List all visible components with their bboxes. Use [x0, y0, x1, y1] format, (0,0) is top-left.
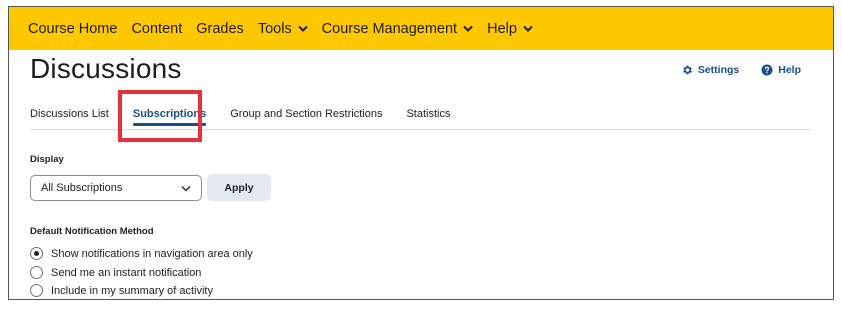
- radio-button[interactable]: [30, 247, 43, 260]
- gear-icon: [683, 65, 692, 75]
- page-title: Discussions: [30, 53, 182, 84]
- display-label: Display: [30, 154, 64, 165]
- radio-label: Show notifications in navigation area on…: [51, 247, 253, 260]
- settings-label: Settings: [697, 64, 740, 76]
- nav-tools[interactable]: Tools: [258, 21, 308, 37]
- help-circle-icon: [761, 64, 773, 76]
- display-select-value: All Subscriptions: [41, 182, 123, 194]
- page-actions: Settings Help: [659, 64, 801, 76]
- annotation-highlight-box: [118, 90, 202, 142]
- radio-button[interactable]: [30, 284, 43, 297]
- nav-course-management[interactable]: Course Management: [322, 21, 473, 37]
- display-select[interactable]: All Subscriptions: [30, 175, 202, 201]
- chevron-down-icon: [463, 25, 473, 32]
- top-navbar: Course Home Content Grades Tools Course …: [9, 7, 833, 50]
- screenshot-frame: Course Home Content Grades Tools Course …: [8, 6, 834, 300]
- nav-label: Tools: [257, 20, 292, 37]
- radio-label: Include in my summary of activity: [51, 284, 213, 297]
- apply-button[interactable]: Apply: [207, 174, 271, 201]
- radio-option-instant[interactable]: Send me an instant notification: [30, 266, 201, 279]
- tab-group-section-restrictions[interactable]: Group and Section Restrictions: [230, 108, 382, 120]
- chevron-down-icon: [297, 25, 308, 32]
- nav-course-home[interactable]: Course Home: [28, 21, 117, 37]
- notification-method-label: Default Notification Method: [30, 226, 154, 237]
- radio-option-navigation-area[interactable]: Show notifications in navigation area on…: [30, 247, 253, 260]
- tab-bar: Discussions List Subscriptions Group and…: [30, 108, 474, 126]
- chevron-down-icon: [523, 25, 533, 32]
- nav-label: Grades: [196, 20, 244, 37]
- radio-button[interactable]: [30, 266, 43, 279]
- tab-discussions-list[interactable]: Discussions List: [30, 108, 109, 120]
- settings-button[interactable]: Settings: [681, 64, 739, 76]
- nav-label: Course Management: [321, 20, 458, 37]
- chevron-down-icon: [181, 185, 191, 192]
- nav-label: Help: [487, 20, 517, 37]
- nav-label: Course Home: [28, 20, 118, 37]
- nav-label: Content: [131, 20, 183, 37]
- nav-grades[interactable]: Grades: [196, 21, 244, 37]
- help-button[interactable]: Help: [761, 64, 801, 76]
- nav-content[interactable]: Content: [131, 21, 182, 37]
- help-label: Help: [778, 64, 801, 76]
- radio-option-summary[interactable]: Include in my summary of activity: [30, 284, 213, 297]
- radio-label: Send me an instant notification: [51, 266, 202, 279]
- nav-help[interactable]: Help: [487, 21, 533, 37]
- tab-statistics[interactable]: Statistics: [406, 108, 450, 120]
